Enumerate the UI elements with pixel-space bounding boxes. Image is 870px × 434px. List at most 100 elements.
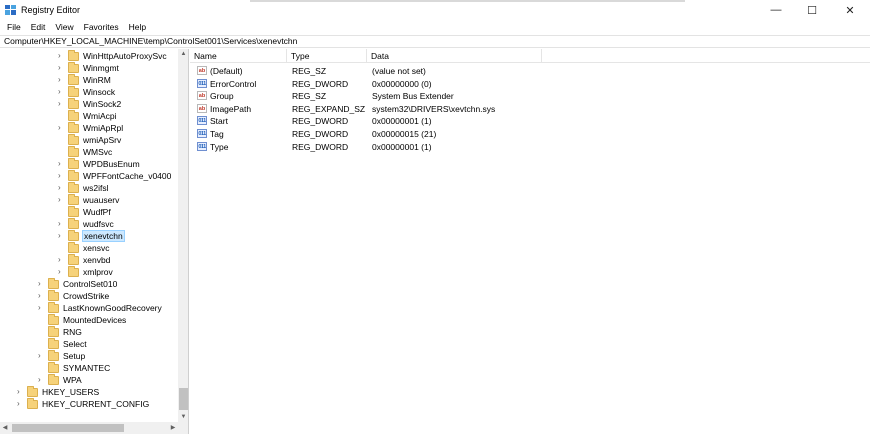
folder-icon	[68, 218, 79, 229]
value-name: Start	[210, 116, 228, 127]
close-button[interactable]: ✕	[832, 0, 868, 20]
expand-chevron-icon[interactable]: ›	[38, 350, 46, 362]
column-header-name[interactable]: Name	[190, 49, 287, 63]
value-row[interactable]: ab Group REG_SZ System Bus Extender	[190, 90, 870, 102]
menu-file[interactable]: File	[2, 20, 26, 35]
value-type: REG_SZ	[292, 91, 327, 102]
value-name: (Default)	[210, 66, 243, 76]
tree-item-label: xmlprov	[83, 267, 113, 277]
tree-item-label: RNG	[63, 327, 82, 337]
expand-chevron-icon[interactable]: ›	[58, 86, 66, 98]
tree-item-label: xenvbd	[83, 255, 111, 265]
scroll-thumb[interactable]	[179, 388, 188, 410]
tree-item-label: WmiAcpi	[83, 111, 117, 121]
expand-chevron-icon[interactable]: ›	[58, 254, 66, 266]
scroll-right-icon[interactable]: ▶	[168, 422, 178, 434]
scroll-thumb-horizontal[interactable]	[12, 424, 124, 432]
tree-item-label: MountedDevices	[63, 315, 127, 325]
key-tree[interactable]: › WinHttpAutoProxySvc › Winmgmt › WinRM › Winso…	[0, 49, 189, 434]
folder-icon	[48, 278, 59, 289]
folder-icon	[68, 242, 79, 253]
expand-chevron-icon[interactable]: ›	[58, 170, 66, 182]
expand-chevron-icon[interactable]: ›	[17, 398, 25, 410]
expand-chevron-icon[interactable]: ›	[58, 98, 66, 110]
expand-chevron-icon[interactable]: ›	[58, 230, 66, 242]
tree-item-label: xensvc	[83, 243, 110, 253]
folder-icon	[68, 134, 79, 145]
tree-horizontal-scrollbar[interactable]: ◀ ▶	[0, 422, 178, 434]
folder-icon	[48, 374, 59, 385]
tree-vertical-scrollbar[interactable]: ▲ ▼	[178, 49, 188, 422]
expand-chevron-icon[interactable]: ›	[58, 74, 66, 86]
binary-value-icon: 011	[197, 129, 207, 138]
folder-icon	[27, 386, 38, 397]
expand-chevron-icon[interactable]: ›	[38, 290, 46, 302]
folder-icon	[68, 86, 79, 97]
scroll-left-icon[interactable]: ◀	[0, 422, 10, 434]
folder-icon	[68, 170, 79, 181]
value-row[interactable]: 011 Type REG_DWORD 0x00000001 (1)	[190, 141, 870, 153]
folder-icon	[68, 266, 79, 277]
expand-chevron-icon[interactable]: ›	[38, 278, 46, 290]
folder-icon	[68, 146, 79, 157]
value-data: (value not set)	[372, 66, 426, 76]
value-type: REG_SZ	[292, 66, 327, 76]
folder-icon	[68, 194, 79, 205]
value-name: ErrorControl	[210, 78, 257, 89]
value-row[interactable]: 011 ErrorControl REG_DWORD 0x00000000 (0)	[190, 78, 870, 90]
tree-item-label: WPA	[63, 375, 82, 385]
title-bar: Registry Editor — ☐ ✕	[0, 0, 870, 20]
value-row[interactable]: 011 Tag REG_DWORD 0x00000015 (21)	[190, 128, 870, 140]
menu-bar: File Edit View Favorites Help	[0, 20, 870, 35]
expand-chevron-icon[interactable]: ›	[58, 182, 66, 194]
expand-chevron-icon[interactable]: ›	[58, 50, 66, 62]
value-data: 0x00000000 (0)	[372, 78, 432, 89]
folder-icon	[68, 254, 79, 265]
expand-chevron-icon[interactable]: ›	[58, 62, 66, 74]
minimize-button[interactable]: —	[758, 0, 794, 20]
tree-item-label: xenevtchn	[82, 230, 125, 242]
folder-icon	[48, 350, 59, 361]
scroll-down-icon[interactable]: ▼	[178, 412, 188, 422]
folder-icon	[68, 50, 79, 61]
folder-icon	[27, 398, 38, 409]
values-list[interactable]: Name Type Data ab (Default) REG_SZ (value n…	[190, 49, 870, 434]
column-header-data[interactable]: Data	[367, 49, 542, 63]
menu-help[interactable]: Help	[124, 20, 151, 35]
maximize-button[interactable]: ☐	[794, 0, 830, 20]
expand-chevron-icon[interactable]: ›	[58, 194, 66, 206]
expand-chevron-icon[interactable]: ›	[38, 374, 46, 386]
expand-chevron-icon[interactable]: ›	[58, 158, 66, 170]
value-type: REG_EXPAND_SZ	[292, 103, 366, 114]
tree-item-label: Winmgmt	[83, 63, 119, 73]
folder-icon	[48, 302, 59, 313]
folder-icon	[48, 338, 59, 349]
expand-chevron-icon[interactable]: ›	[38, 302, 46, 314]
expand-chevron-icon[interactable]: ›	[58, 122, 66, 134]
binary-value-icon: 011	[197, 116, 207, 126]
close-icon: ✕	[845, 4, 855, 17]
window-title: Registry Editor	[21, 5, 81, 15]
value-data: 0x00000001 (1)	[372, 141, 432, 152]
value-row[interactable]: 011 Start REG_DWORD 0x00000001 (1)	[190, 115, 870, 127]
minimize-icon: —	[770, 4, 782, 16]
folder-icon	[48, 326, 59, 337]
value-row[interactable]: ab (Default) REG_SZ (value not set)	[190, 65, 870, 77]
value-row[interactable]: ab ImagePath REG_EXPAND_SZ system32\DRIVERS…	[190, 103, 870, 115]
menu-edit[interactable]: Edit	[26, 20, 51, 35]
string-value-icon: ab	[197, 91, 207, 101]
folder-icon	[68, 230, 79, 241]
tree-item-label: wmiApSrv	[83, 135, 122, 145]
address-bar[interactable]: Computer\HKEY_LOCAL_MACHINE\temp\Control…	[0, 35, 870, 48]
expand-chevron-icon[interactable]: ›	[58, 266, 66, 278]
folder-icon	[48, 362, 59, 373]
scroll-up-icon[interactable]: ▲	[178, 49, 188, 59]
expand-chevron-icon[interactable]: ›	[17, 386, 25, 398]
menu-view[interactable]: View	[50, 20, 78, 35]
value-data: System Bus Extender	[372, 91, 454, 102]
scrollbar-corner	[178, 422, 188, 434]
menu-favorites[interactable]: Favorites	[79, 20, 124, 35]
expand-chevron-icon[interactable]: ›	[58, 218, 66, 230]
tree-item-label: ws2ifsl	[83, 183, 109, 193]
column-header-type[interactable]: Type	[287, 49, 367, 63]
